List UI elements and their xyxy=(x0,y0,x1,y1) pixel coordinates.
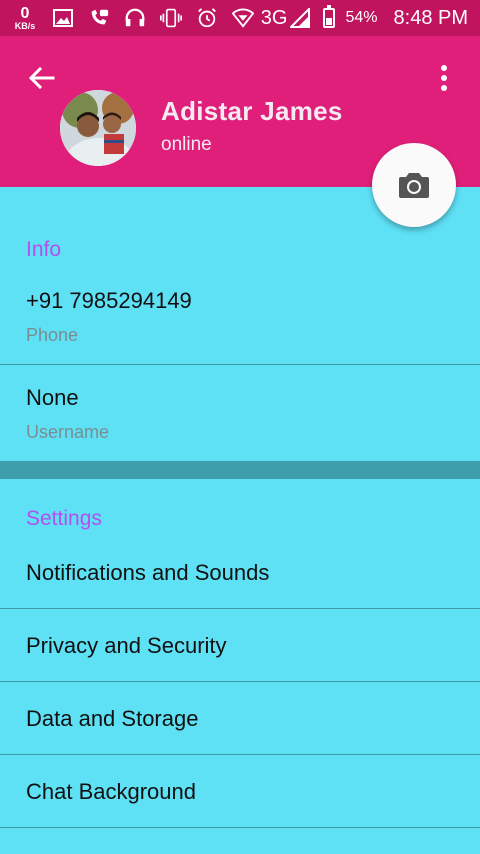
wifi-icon xyxy=(232,7,254,29)
headset-icon xyxy=(124,7,146,29)
phone-value: +91 7985294149 xyxy=(26,288,192,313)
more-options-button[interactable] xyxy=(430,62,458,94)
camera-button[interactable] xyxy=(372,143,456,227)
camera-icon xyxy=(399,173,429,198)
vibrate-icon xyxy=(160,7,182,29)
net-speed: 0 KB/s xyxy=(10,4,40,31)
settings-item-data-storage[interactable]: Data and Storage xyxy=(0,682,480,754)
divider xyxy=(0,827,480,828)
section-separator xyxy=(0,461,480,479)
settings-section-title: Settings xyxy=(26,507,102,530)
back-button[interactable] xyxy=(26,62,58,94)
settings-item-notifications[interactable]: Notifications and Sounds xyxy=(0,540,480,608)
status-bar: 0 KB/s 3G 54% 8:48 PM xyxy=(0,0,480,36)
username-label: Username xyxy=(26,422,110,442)
phone-label: Phone xyxy=(26,325,79,345)
username-row[interactable]: None Username xyxy=(0,365,480,461)
settings-item-label: Chat Background xyxy=(26,779,196,804)
settings-item-label: Privacy and Security xyxy=(26,633,227,658)
net-speed-value: 0 xyxy=(20,4,30,22)
avatar[interactable] xyxy=(60,90,136,166)
net-speed-unit: KB/s xyxy=(14,20,36,31)
status-bar-left: 0 KB/s xyxy=(10,0,268,36)
contact-name: Adistar James xyxy=(161,96,343,126)
clock: 8:48 PM xyxy=(393,6,468,29)
settings-item-chat-background[interactable]: Chat Background xyxy=(0,755,480,827)
more-vert-icon xyxy=(441,65,447,91)
settings-item-label: Notifications and Sounds xyxy=(26,560,270,585)
info-section-title: Info xyxy=(26,238,62,261)
username-value: None xyxy=(26,385,79,410)
signal-icon xyxy=(289,7,311,29)
phone-row[interactable]: +91 7985294149 Phone xyxy=(0,265,480,364)
contact-status: online xyxy=(161,134,212,155)
settings-item-label: Data and Storage xyxy=(26,706,199,731)
call-icon xyxy=(88,7,110,29)
battery-percent: 54% xyxy=(345,9,378,26)
network-type: 3G xyxy=(260,6,288,29)
image-icon xyxy=(52,7,74,29)
battery-icon xyxy=(323,5,336,28)
status-bar-right: 3G 54% 8:48 PM xyxy=(261,0,468,36)
alarm-icon xyxy=(196,7,218,29)
settings-item-privacy[interactable]: Privacy and Security xyxy=(0,609,480,681)
back-arrow-icon xyxy=(28,66,55,90)
